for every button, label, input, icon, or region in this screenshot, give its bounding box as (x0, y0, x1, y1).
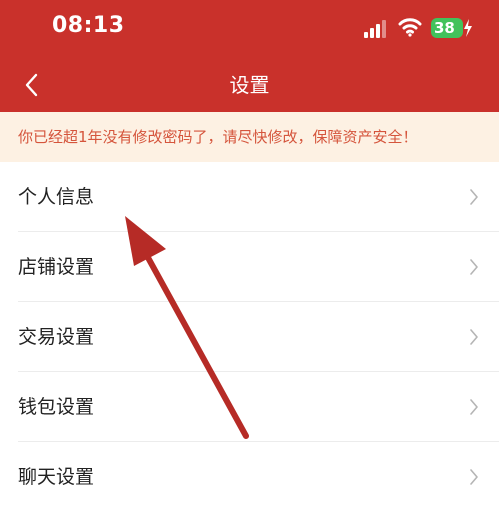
chevron-right-icon (470, 259, 478, 275)
status-time: 08:13 (52, 13, 125, 38)
status-bar: 08:13 38 (0, 0, 499, 58)
password-notice-banner: 你已经超1年没有修改密码了，请尽快修改，保障资产安全！ (0, 112, 499, 162)
menu-item-label: 钱包设置 (18, 396, 95, 418)
chevron-right-icon (470, 469, 478, 485)
menu-item-label: 聊天设置 (18, 466, 95, 488)
battery-icon: 38 (431, 18, 463, 38)
settings-menu: 个人信息 店铺设置 交易设置 钱包设置 聊天设置 (0, 162, 499, 512)
chevron-right-icon (470, 329, 478, 345)
menu-item-label: 交易设置 (18, 326, 95, 348)
menu-item-label: 个人信息 (18, 186, 95, 208)
menu-item-trade-settings[interactable]: 交易设置 (0, 302, 499, 372)
battery-level: 38 (434, 19, 455, 37)
cellular-signal-icon (364, 20, 390, 38)
menu-item-store-settings[interactable]: 店铺设置 (0, 232, 499, 302)
menu-item-label: 店铺设置 (18, 256, 95, 278)
wifi-icon (398, 18, 422, 37)
page-title: 设置 (229, 73, 270, 97)
chevron-right-icon (470, 399, 478, 415)
menu-item-personal-info[interactable]: 个人信息 (0, 162, 499, 232)
menu-item-wallet-settings[interactable]: 钱包设置 (0, 372, 499, 442)
chevron-right-icon (470, 189, 478, 205)
app-header: 08:13 38 设置 (0, 0, 499, 112)
charging-bolt-icon (464, 19, 472, 37)
menu-item-chat-settings[interactable]: 聊天设置 (0, 442, 499, 512)
